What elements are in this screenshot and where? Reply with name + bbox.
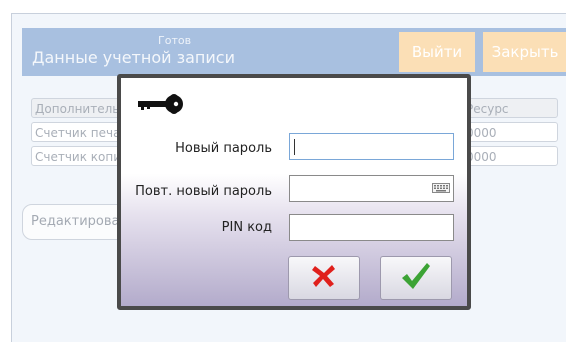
resource-field: Ресурс — [462, 98, 558, 118]
new-password-input[interactable] — [289, 133, 454, 160]
copy-counter-value: 0000 — [462, 146, 558, 166]
print-counter-label: Счетчик печати — [31, 122, 131, 142]
change-password-dialog: Новый пароль Повт. новый пароль PIN код — [117, 74, 471, 310]
edit-button[interactable]: Редактировать — [22, 204, 127, 240]
close-button[interactable]: Закрыть — [483, 32, 566, 72]
status-text: Готов — [158, 34, 192, 47]
header-bar: Готов Данные учетной записи Выйти Закрыт… — [22, 28, 566, 76]
new-password-label: Новый пароль — [175, 141, 272, 156]
page-title: Данные учетной записи — [32, 48, 235, 67]
ok-button[interactable] — [380, 256, 452, 300]
copy-counter-label: Счетчик копий — [31, 146, 131, 166]
green-check-icon — [401, 262, 431, 294]
pin-label: PIN код — [221, 220, 272, 235]
exit-button[interactable]: Выйти — [399, 32, 475, 72]
keyboard-icon[interactable] — [432, 178, 450, 197]
print-counter-value: 0000 — [462, 122, 558, 142]
pin-input[interactable] — [289, 214, 454, 241]
red-x-icon — [311, 263, 337, 293]
additional-field: Дополнительно — [31, 98, 131, 118]
text-caret — [294, 139, 295, 155]
key-icon — [138, 93, 190, 119]
repeat-password-input[interactable] — [289, 175, 454, 202]
cancel-button[interactable] — [288, 256, 360, 300]
repeat-password-label: Повт. новый пароль — [135, 184, 272, 199]
